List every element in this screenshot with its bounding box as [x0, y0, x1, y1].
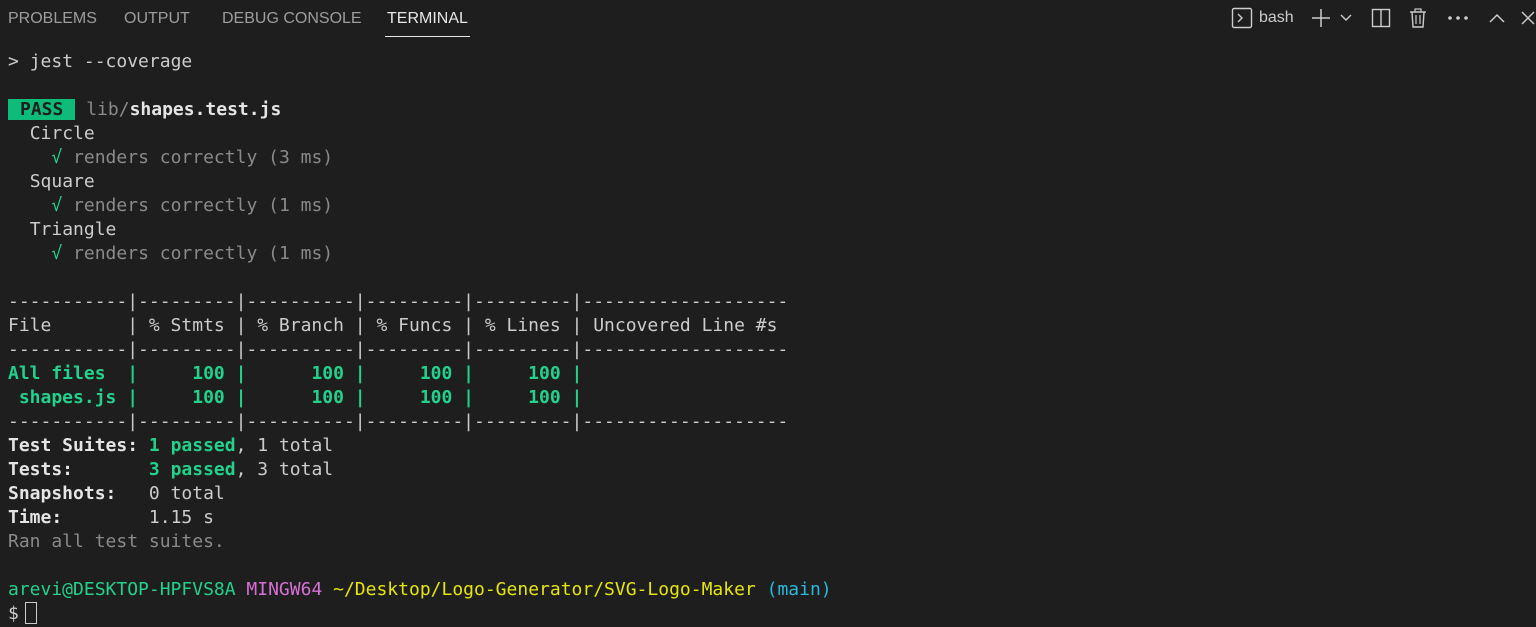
check-mark: √ [51, 147, 63, 168]
test-result: √ renders correctly (1 ms) [8, 242, 333, 266]
panel-tab-bar: PROBLEMS OUTPUT DEBUG CONSOLE TERMINAL b… [0, 0, 1536, 38]
more-actions-button[interactable] [1446, 4, 1470, 32]
pass-badge: PASS [8, 99, 76, 120]
prompt-symbol: $ [8, 603, 19, 624]
prompt-branch: (main) [766, 579, 832, 600]
coverage-header: File | % Stmts | % Branch | % Funcs | % … [8, 315, 789, 336]
tab-debug-console[interactable]: DEBUG CONSOLE [222, 0, 362, 38]
suite-triangle: Triangle [29, 219, 117, 240]
summary-label: Time: [8, 507, 149, 528]
kill-terminal-button[interactable] [1408, 4, 1428, 32]
maximize-panel-button[interactable] [1487, 4, 1507, 32]
test-result: √ renders correctly (1 ms) [8, 194, 333, 218]
chevron-down-icon [1339, 11, 1353, 25]
ran-all-message: Ran all test suites. [8, 531, 225, 552]
command-text: jest --coverage [29, 51, 193, 72]
test-file-result: PASS lib/shapes.test.js [8, 98, 281, 122]
summary-total: , 3 total [235, 459, 334, 480]
input-line[interactable]: $ [8, 602, 37, 626]
summary-suites: Test Suites: 1 passed, 1 total [8, 434, 333, 458]
coverage-row: All files | 100 | 100 | 100 | 100 | [8, 362, 788, 386]
coverage-separator: -----------|---------|----------|-------… [8, 339, 789, 360]
test-name: renders correctly (1 ms) [73, 195, 334, 216]
summary-label: Snapshots: [8, 483, 149, 504]
prompt-system: MINGW64 [246, 579, 323, 600]
tab-output[interactable]: OUTPUT [124, 0, 190, 38]
close-icon [1520, 10, 1536, 26]
terminal-icon [1231, 7, 1253, 29]
suite-name: Square [8, 170, 95, 194]
test-file-dir: lib/ [86, 99, 130, 120]
summary-tests: Tests: 3 passed, 3 total [8, 458, 333, 482]
trash-icon [1409, 8, 1427, 28]
shell-name: bash [1259, 9, 1294, 26]
check-mark: √ [51, 243, 63, 264]
tab-problems[interactable]: PROBLEMS [8, 0, 97, 38]
terminal-output[interactable]: > jest --coverage PASS lib/shapes.test.j… [0, 50, 1536, 627]
command-line: > jest --coverage [8, 50, 192, 74]
summary-total: , 1 total [235, 435, 334, 456]
suite-name: Circle [8, 122, 95, 146]
prompt-path: ~/Desktop/Logo-Generator/SVG-Logo-Maker [333, 579, 756, 600]
ellipsis-icon [1447, 15, 1469, 21]
suite-name: Triangle [8, 218, 117, 242]
split-icon [1371, 8, 1391, 28]
coverage-row: shapes.js | 100 | 100 | 100 | 100 | [8, 386, 788, 410]
coverage-row-values: | 100 | 100 | 100 | 100 | [127, 363, 789, 384]
prompt-user-host: arevi@DESKTOP-HPFVS8A [8, 579, 236, 600]
plus-icon [1311, 8, 1331, 28]
test-result: √ renders correctly (3 ms) [8, 146, 333, 170]
coverage-row-values: | 100 | 100 | 100 | 100 | [127, 387, 789, 408]
summary-time: Time: 1.15 s [8, 506, 214, 530]
check-mark: √ [51, 195, 63, 216]
summary-label: Test Suites: [8, 435, 149, 456]
test-file-name: shapes.test.js [129, 99, 282, 120]
launch-profile-button[interactable] [1338, 4, 1354, 32]
close-panel-button[interactable] [1519, 4, 1536, 32]
shell-selector[interactable]: bash [1231, 4, 1294, 32]
coverage-separator: -----------|---------|----------|-------… [8, 411, 789, 432]
coverage-row-label: shapes.js [8, 387, 128, 408]
shell-prompt: arevi@DESKTOP-HPFVS8A MINGW64 ~/Desktop/… [8, 578, 832, 602]
prompt-chevron: > [8, 51, 19, 72]
summary-label: Tests: [8, 459, 149, 480]
chevron-up-icon [1488, 11, 1506, 25]
new-terminal-button[interactable] [1310, 4, 1332, 32]
coverage-separator: -----------|---------|----------|-------… [8, 291, 789, 312]
tab-terminal[interactable]: TERMINAL [385, 0, 470, 38]
coverage-row-label: All files [8, 363, 128, 384]
suite-circle: Circle [29, 123, 95, 144]
summary-value: 0 total [148, 483, 225, 504]
summary-passed: 1 passed [148, 435, 236, 456]
suite-square: Square [29, 171, 95, 192]
summary-passed: 3 passed [148, 459, 236, 480]
split-terminal-button[interactable] [1370, 4, 1392, 32]
terminal-cursor [24, 602, 37, 624]
test-name: renders correctly (1 ms) [73, 243, 334, 264]
summary-value: 1.15 s [148, 507, 214, 528]
test-name: renders correctly (3 ms) [73, 147, 334, 168]
summary-snapshots: Snapshots: 0 total [8, 482, 225, 506]
